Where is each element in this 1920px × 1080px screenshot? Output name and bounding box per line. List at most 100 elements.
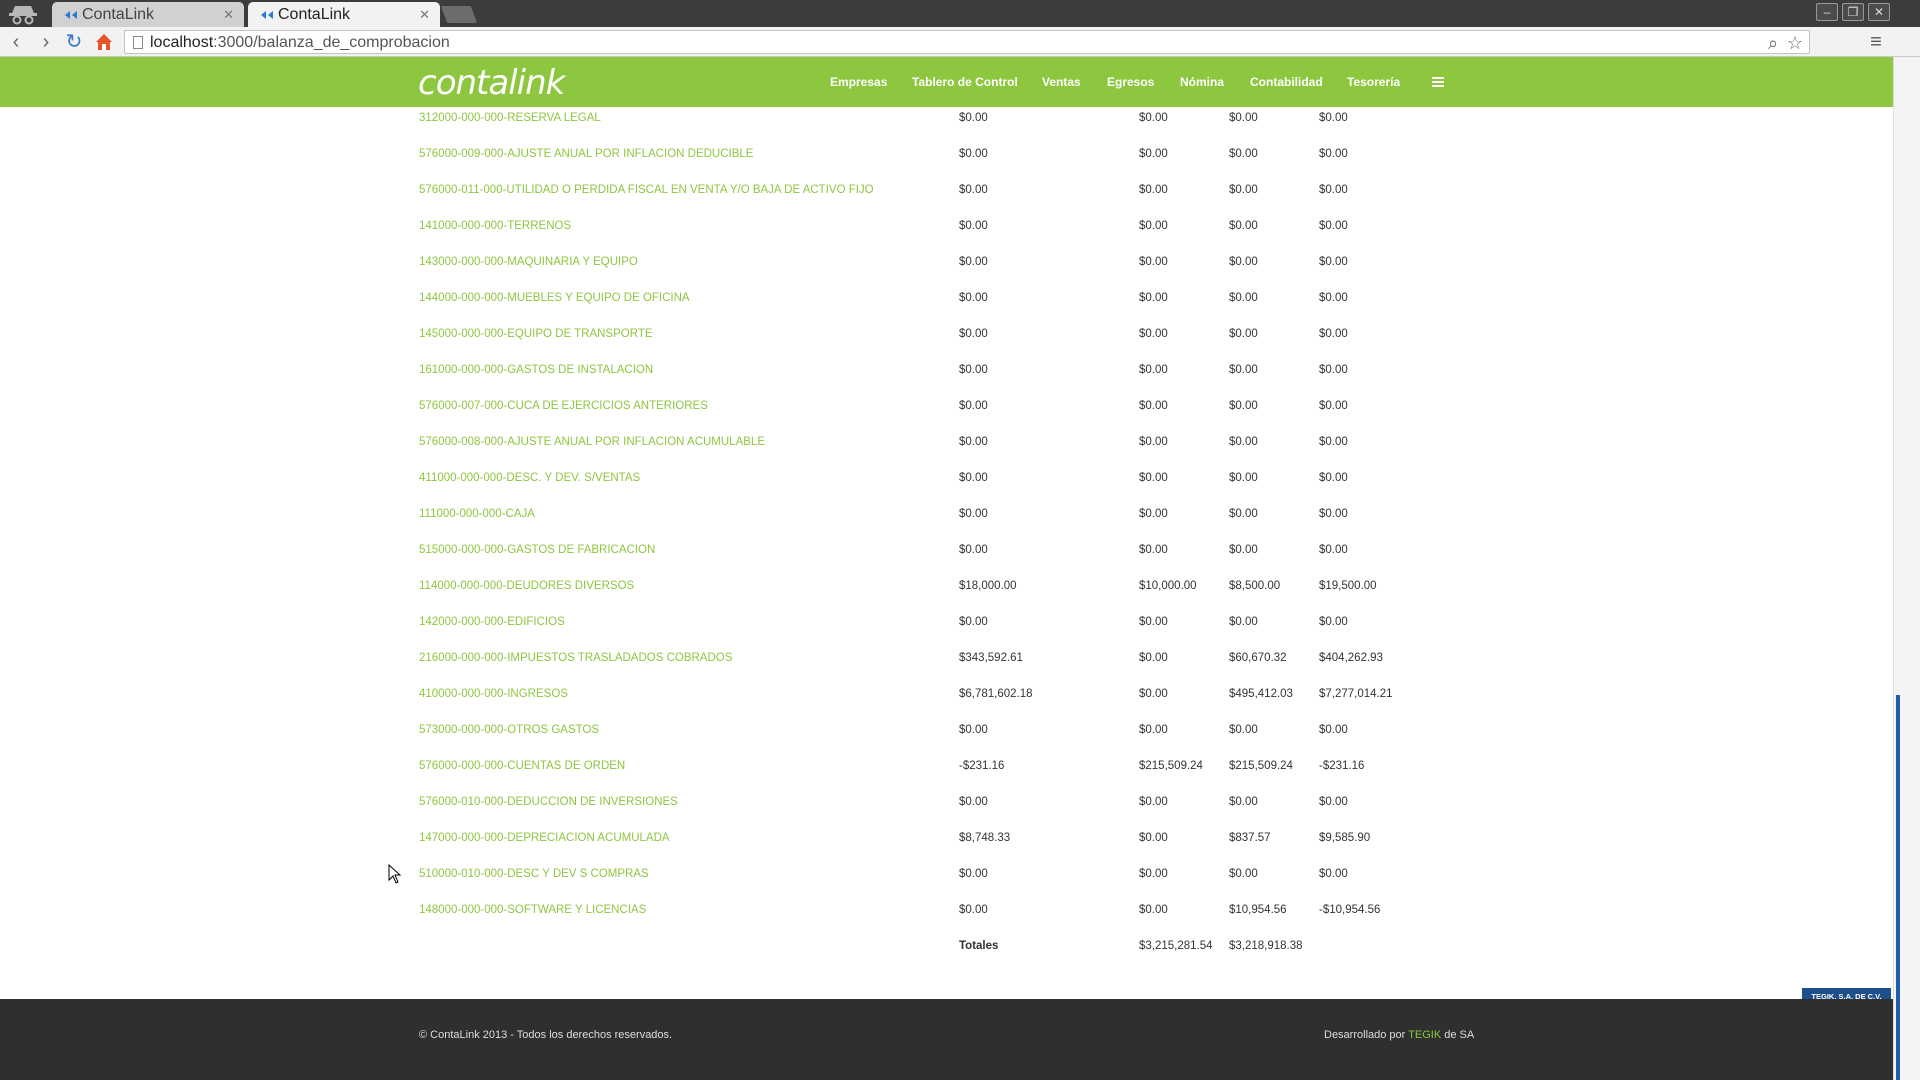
new-tab-button[interactable] [440,6,478,23]
tegik-link[interactable]: TEGIK [1408,1029,1441,1041]
account-link[interactable]: 312000-000-000-RESERVA LEGAL [419,108,601,128]
mouse-cursor-icon [388,864,402,884]
url-text: localhost:3000/balanza_de_comprobacion [150,34,450,51]
account-link[interactable]: 573000-000-000-OTROS GASTOS [419,720,599,740]
nav-ventas[interactable]: Ventas [1042,57,1081,107]
back-icon[interactable]: ‹ [5,31,27,53]
abonos-cell: $0.00 [1229,508,1258,520]
account-link[interactable]: 510000-010-000-DESC Y DEV S COMPRAS [419,864,649,884]
account-link[interactable]: 142000-000-000-EDIFICIOS [419,612,565,632]
nav-nomina[interactable]: Nómina [1180,57,1224,107]
saldo-inicial-cell: $0.00 [959,184,988,196]
account-link[interactable]: 576000-009-000-AJUSTE ANUAL POR INFLACIO… [419,144,753,164]
cargos-cell: $0.00 [1139,724,1168,736]
balanza-table: 312000-000-000-RESERVA LEGAL $0.00 $0.00 $0… [0,107,1893,999]
table-row: 114000-000-000-DEUDORES DIVERSOS $18,000.… [0,576,1893,596]
close-icon[interactable]: ✕ [419,2,430,27]
cargos-cell: $0.00 [1139,436,1168,448]
account-link[interactable]: 515000-000-000-GASTOS DE FABRICACION [419,540,655,560]
search-icon[interactable]: ⌕ [1763,33,1783,53]
saldo-inicial-cell: $0.00 [959,112,988,124]
saldo-final-cell: $404,262.93 [1319,652,1383,664]
close-window-button[interactable]: ✕ [1868,3,1890,21]
close-icon[interactable]: ✕ [223,2,234,27]
page-scrollbar[interactable] [1893,57,1920,1080]
reload-icon[interactable]: ↻ [63,31,85,53]
saldo-final-cell: $0.00 [1319,364,1348,376]
abonos-cell: $0.00 [1229,436,1258,448]
browser-tab-active[interactable]: ContaLink ✕ [248,2,440,27]
scrollbar-thumb[interactable] [1896,695,1900,1080]
saldo-final-cell: -$10,954.56 [1319,904,1381,916]
cargos-cell: $0.00 [1139,652,1168,664]
account-link[interactable]: 111000-000-000-CAJA [419,504,535,524]
saldo-inicial-cell: $0.00 [959,400,988,412]
saldo-final-cell: $0.00 [1319,544,1348,556]
account-link[interactable]: 576000-007-000-CUCA DE EJERCICIOS ANTERI… [419,396,708,416]
abonos-cell: $0.00 [1229,112,1258,124]
account-link[interactable]: 145000-000-000-EQUIPO DE TRANSPORTE [419,324,653,344]
account-link[interactable]: 576000-011-000-UTILIDAD O PERDIDA FISCAL… [419,180,874,200]
nav-empresas[interactable]: Empresas [830,57,887,107]
contalink-logo[interactable]: contalink [418,66,565,100]
table-row: 576000-010-000-DEDUCCION DE INVERSIONES $… [0,792,1893,812]
star-icon[interactable]: ☆ [1785,33,1805,53]
nav-contabilidad[interactable]: Contabilidad [1250,57,1323,107]
abonos-cell: $0.00 [1229,400,1258,412]
forward-icon[interactable]: › [35,31,57,53]
account-link[interactable]: 576000-010-000-DEDUCCION DE INVERSIONES [419,792,678,812]
account-link[interactable]: 411000-000-000-DESC. Y DEV. S/VENTAS [419,468,640,488]
saldo-inicial-cell: $0.00 [959,364,988,376]
cargos-cell: $0.00 [1139,616,1168,628]
account-link[interactable]: 148000-000-000-SOFTWARE Y LICENCIAS [419,900,646,920]
saldo-inicial-cell: $0.00 [959,796,988,808]
abonos-cell: $0.00 [1229,292,1258,304]
account-link[interactable]: 161000-000-000-GASTOS DE INSTALACION [419,360,653,380]
credit-suffix: de SA [1444,1029,1475,1041]
table-row: 576000-009-000-AJUSTE ANUAL POR INFLACIO… [0,144,1893,164]
table-row: 411000-000-000-DESC. Y DEV. S/VENTAS $0.0… [0,468,1893,488]
saldo-final-cell: $7,277,014.21 [1319,688,1393,700]
account-link[interactable]: 147000-000-000-DEPRECIACION ACUMULADA [419,828,670,848]
account-link[interactable]: 144000-000-000-MUEBLES Y EQUIPO DE OFICI… [419,288,690,308]
url-input[interactable]: localhost:3000/balanza_de_comprobacion ⌕… [124,30,1810,54]
abonos-cell: $0.00 [1229,256,1258,268]
cargos-cell: $0.00 [1139,508,1168,520]
abonos-cell: $8,500.00 [1229,580,1281,592]
hamburger-menu-icon[interactable] [1432,77,1444,87]
account-link[interactable]: 410000-000-000-INGRESOS [419,684,568,704]
account-link[interactable]: 143000-000-000-MAQUINARIA Y EQUIPO [419,252,638,272]
nav-tablero-de-control[interactable]: Tablero de Control [912,57,1018,107]
table-row: 576000-000-000-CUENTAS DE ORDEN -$231.16 $… [0,756,1893,776]
nav-tesoreria[interactable]: Tesorería [1347,57,1400,107]
saldo-inicial-cell: $0.00 [959,508,988,520]
saldo-inicial-cell: $18,000.00 [959,580,1017,592]
saldo-final-cell: $0.00 [1319,472,1348,484]
home-icon[interactable] [93,31,115,53]
account-link[interactable]: 216000-000-000-IMPUESTOS TRASLADADOS COB… [419,648,732,668]
account-link[interactable]: 576000-008-000-AJUSTE ANUAL POR INFLACIO… [419,432,765,452]
account-link[interactable]: 114000-000-000-DEUDORES DIVERSOS [419,576,634,596]
abonos-cell: $215,509.24 [1229,760,1293,772]
table-row: 145000-000-000-EQUIPO DE TRANSPORTE $0.00… [0,324,1893,344]
account-link[interactable]: 141000-000-000-TERRENOS [419,216,571,236]
menu-icon[interactable]: ≡ [1866,32,1886,52]
minimize-button[interactable]: – [1816,3,1838,21]
table-row: 142000-000-000-EDIFICIOS $0.00 $0.00 $0.00 $… [0,612,1893,632]
saldo-inicial-cell: $6,781,602.18 [959,688,1033,700]
abonos-cell: $0.00 [1229,472,1258,484]
contalink-favicon-icon [65,11,77,19]
nav-egresos[interactable]: Egresos [1107,57,1154,107]
cargos-cell: $0.00 [1139,400,1168,412]
saldo-inicial-cell: $0.00 [959,472,988,484]
cargos-cell: $0.00 [1139,688,1168,700]
tab-title: ContaLink [278,6,351,23]
browser-tab[interactable]: ContaLink ✕ [52,2,244,27]
abonos-cell: $0.00 [1229,796,1258,808]
cargos-cell: $0.00 [1139,472,1168,484]
restore-button[interactable]: ❐ [1842,3,1864,21]
saldo-final-cell: $0.00 [1319,184,1348,196]
account-link[interactable]: 576000-000-000-CUENTAS DE ORDEN [419,756,625,776]
table-row: 576000-008-000-AJUSTE ANUAL POR INFLACIO… [0,432,1893,452]
developer-credit: Desarrollado por TEGIK de SA [1324,1029,1474,1041]
